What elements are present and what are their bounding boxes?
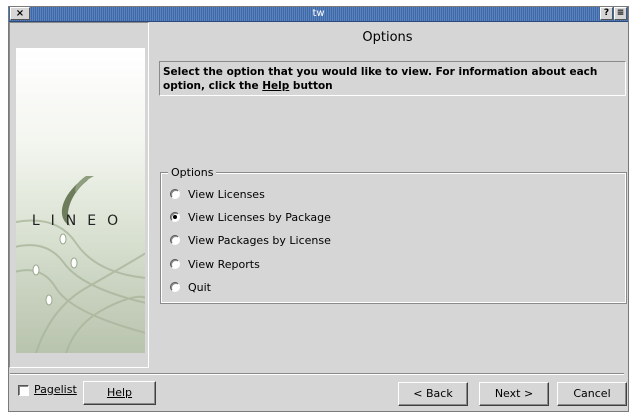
- back-button[interactable]: < Back: [398, 382, 468, 406]
- radio-button[interactable]: [170, 189, 180, 199]
- pagelist-label[interactable]: Pagelist: [34, 383, 77, 396]
- option-view-packages-by-license[interactable]: View Packages by License: [170, 232, 331, 248]
- option-label: View Licenses by Package: [188, 210, 331, 224]
- lineo-logo-text: LINEO: [31, 213, 130, 229]
- instruction-text: Select the option that you would like to…: [163, 66, 598, 92]
- next-button[interactable]: Next >: [479, 382, 549, 406]
- help-button[interactable]: Help: [83, 381, 156, 405]
- window-menu-icon[interactable]: ≡: [614, 7, 627, 20]
- cancel-button[interactable]: Cancel: [557, 382, 627, 406]
- instruction-box: Select the option that you would like to…: [159, 61, 626, 96]
- help-icon[interactable]: ?: [600, 7, 613, 20]
- option-view-licenses[interactable]: View Licenses: [170, 186, 265, 202]
- option-quit[interactable]: Quit: [170, 279, 211, 295]
- radio-button[interactable]: [170, 282, 180, 292]
- back-button-label: < Back: [413, 387, 453, 400]
- circuit-illustration: [16, 176, 145, 353]
- page-title: Options: [362, 30, 413, 45]
- radio-button-selected[interactable]: [170, 212, 180, 222]
- footer-separator: [10, 373, 624, 375]
- radio-button[interactable]: [170, 259, 180, 269]
- option-label: View Packages by License: [188, 233, 331, 247]
- option-view-licenses-by-package[interactable]: View Licenses by Package: [170, 209, 331, 225]
- lineo-banner: LINEO: [16, 48, 145, 353]
- window-title: tw: [312, 8, 325, 19]
- option-label: View Licenses: [188, 187, 265, 201]
- instruction-text-end: button: [289, 80, 333, 92]
- radio-button[interactable]: [170, 235, 180, 245]
- pagelist-checkbox[interactable]: [18, 385, 29, 396]
- help-button-label: Help: [106, 386, 133, 399]
- option-label: Quit: [188, 280, 211, 294]
- cancel-button-label: Cancel: [573, 387, 611, 400]
- instruction-help-word: Help: [262, 80, 290, 92]
- title-bar[interactable]: × tw ? ≡: [9, 7, 628, 22]
- next-button-label: Next >: [494, 387, 534, 400]
- options-legend: Options: [168, 166, 217, 179]
- option-label: View Reports: [188, 257, 260, 271]
- option-view-reports[interactable]: View Reports: [170, 256, 260, 272]
